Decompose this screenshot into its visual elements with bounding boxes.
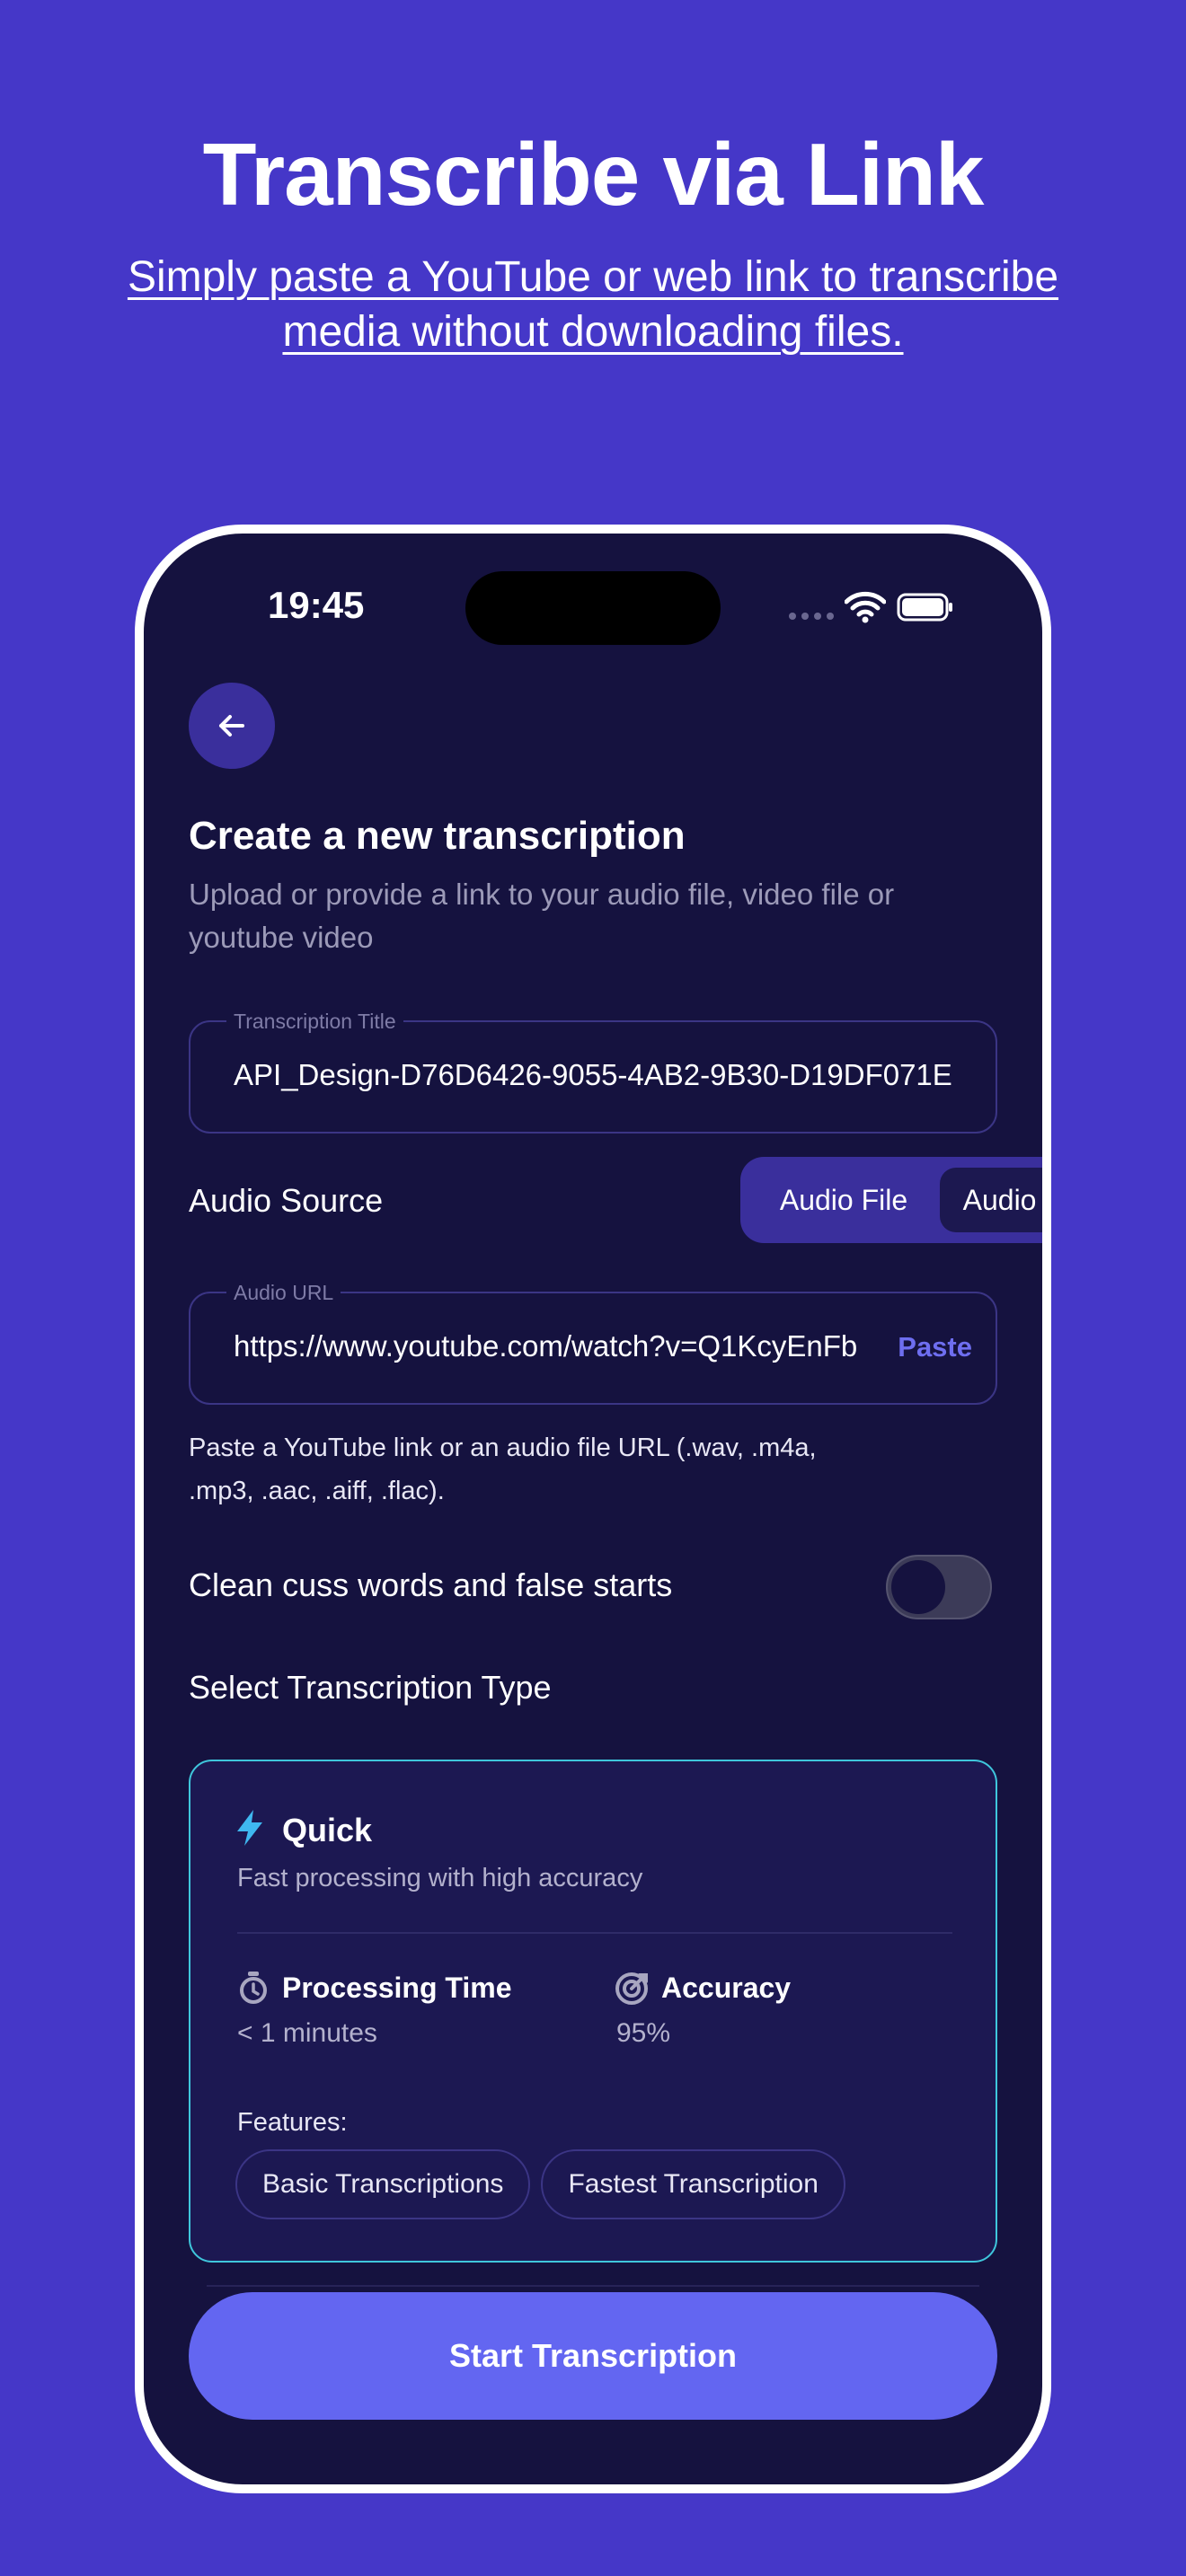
audio-url-field[interactable]: Audio URL https://www.youtube.com/watch?…: [189, 1281, 997, 1405]
features-label: Features:: [237, 2108, 348, 2137]
feature-chip-basic: Basic Transcriptions: [235, 2149, 531, 2219]
audio-source-label: Audio Source: [189, 1182, 384, 1219]
audio-url-hint: Paste a YouTube link or an audio file UR…: [189, 1434, 817, 1505]
audio-url-option[interactable]: Audio URL: [940, 1168, 1042, 1232]
features-list: Basic Transcriptions Fastest Transcripti…: [235, 2149, 845, 2219]
audio-source-segmented-control: Audio File Audio URL: [740, 1157, 1042, 1243]
clean-words-label: Clean cuss words and false starts: [189, 1566, 673, 1603]
lightning-bolt-icon: [237, 1810, 262, 1846]
start-transcription-button[interactable]: Start Transcription: [189, 2292, 997, 2420]
hero-subtitle: Simply paste a YouTube or web link to tr…: [127, 253, 1059, 356]
target-icon: [615, 1972, 648, 2005]
card-subtitle: Fast processing with high accuracy: [237, 1864, 643, 1892]
hero-title: Transcribe via Link: [202, 125, 985, 224]
page-subtitle: Upload or provide a link to your audio f…: [189, 878, 895, 954]
arrow-left-icon: [219, 715, 244, 737]
stopwatch-icon: [240, 1972, 267, 2004]
toggle-knob: [891, 1560, 945, 1614]
wifi-icon: [845, 591, 886, 623]
transcription-title-value[interactable]: API_Design-D76D6426-9055-4AB2-9B30-D19DF…: [234, 1058, 988, 1092]
clean-words-toggle[interactable]: [886, 1555, 992, 1619]
audio-file-option[interactable]: Audio File: [753, 1168, 934, 1232]
signal-dots-icon: [789, 613, 834, 620]
card-divider: [237, 1932, 952, 1934]
card-title: Quick: [282, 1812, 373, 1848]
processing-time-value: < 1 minutes: [237, 2018, 377, 2048]
transcription-title-field[interactable]: Transcription Title API_Design-D76D6426-…: [189, 1010, 997, 1134]
status-time: 19:45: [268, 584, 365, 626]
accuracy-label: Accuracy: [661, 1972, 792, 2004]
transcription-type-label: Select Transcription Type: [189, 1669, 552, 1706]
audio-url-value[interactable]: https://www.youtube.com/watch?v=Q1KcyEnF…: [234, 1329, 900, 1363]
transcription-title-label: Transcription Title: [226, 1010, 403, 1034]
battery-icon: [897, 593, 952, 622]
paste-button[interactable]: Paste: [898, 1331, 972, 1363]
processing-time-label: Processing Time: [282, 1972, 512, 2004]
feature-chip-fastest: Fastest Transcription: [541, 2149, 845, 2219]
audio-url-label: Audio URL: [226, 1281, 341, 1305]
phone-frame: 19:45 Create a new transcription Upload …: [135, 525, 1051, 2493]
quick-transcription-card[interactable]: Quick Fast processing with high accuracy…: [189, 1760, 997, 2263]
back-button[interactable]: [189, 683, 275, 769]
dynamic-island: [465, 571, 721, 645]
page-title: Create a new transcription: [189, 814, 686, 858]
bottom-divider: [207, 2285, 979, 2287]
accuracy-value: 95%: [616, 2018, 671, 2048]
